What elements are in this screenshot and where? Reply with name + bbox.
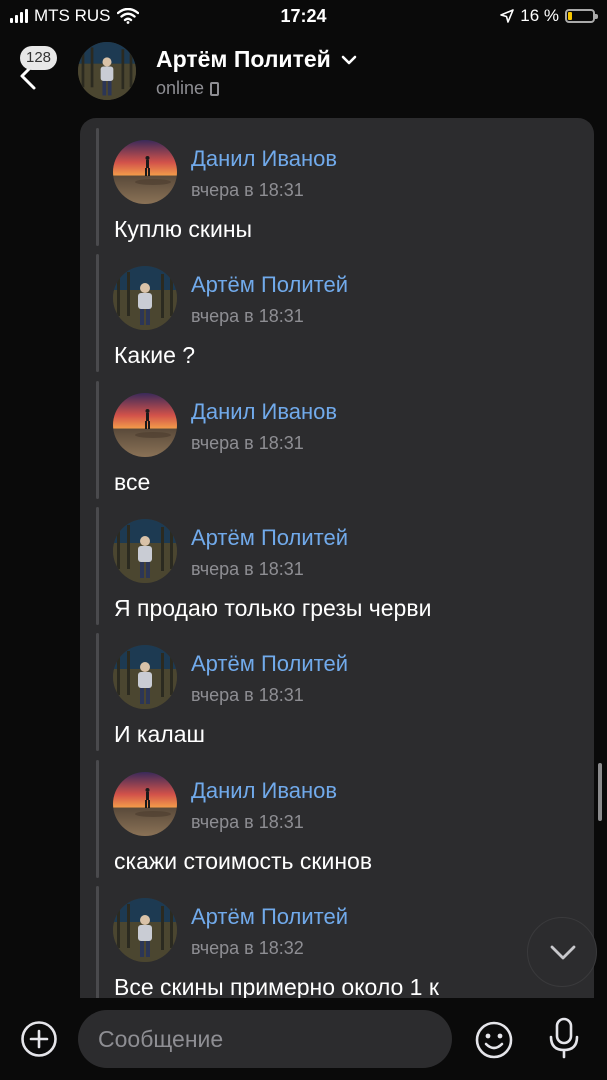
status-bar: MTS RUS 17:24 16 % <box>0 0 607 34</box>
battery-icon <box>565 9 598 23</box>
author-avatar[interactable] <box>113 266 177 331</box>
message-text: Все скины примерно около 1 к <box>114 973 439 998</box>
message-text: Я продаю только грезы черви <box>114 594 432 621</box>
location-arrow-icon <box>500 9 515 23</box>
forwarded-message[interactable]: Данил Иванов вчера в 18:31 все <box>96 380 576 501</box>
forwarded-message[interactable]: Артём Политей вчера в 18:31 И калаш <box>96 633 576 753</box>
message-time: вчера в 18:32 <box>191 937 304 958</box>
message-time: вчера в 18:31 <box>191 306 304 327</box>
scroll-down-button[interactable] <box>527 917 597 987</box>
contact-avatar[interactable] <box>78 42 136 100</box>
forward-quote-bar <box>96 254 99 373</box>
forwarded-messages-bubble[interactable]: Данил Иванов вчера в 18:31 Куплю скины Артё… <box>80 118 594 998</box>
forward-quote-bar <box>96 128 99 246</box>
author-name[interactable]: Данил Иванов <box>191 399 337 425</box>
forwarded-message[interactable]: Данил Иванов вчера в 18:31 Куплю скины <box>96 128 576 248</box>
contact-status: online <box>156 78 220 99</box>
message-text: Какие ? <box>114 342 196 369</box>
author-avatar[interactable] <box>113 897 177 962</box>
emoji-icon[interactable] <box>474 1020 514 1060</box>
forward-quote-bar <box>96 885 99 998</box>
attach-plus-icon[interactable] <box>20 1020 58 1058</box>
unread-badge: 128 <box>20 46 58 70</box>
author-name[interactable]: Данил Иванов <box>191 146 337 172</box>
message-text: И калаш <box>114 721 205 748</box>
chat-header: 128 Артём Политей online <box>0 34 607 110</box>
status-label: online <box>156 78 205 98</box>
message-text: скажи стоимость скинов <box>114 847 373 874</box>
status-right: 16 % <box>500 6 598 26</box>
forwarded-message[interactable]: Артём Политей вчера в 18:32 Все скины прим… <box>96 885 576 998</box>
person-photo <box>78 42 136 100</box>
scrollbar[interactable] <box>598 763 602 821</box>
forward-quote-bar <box>96 633 99 752</box>
message-time: вчера в 18:31 <box>191 811 304 832</box>
author-avatar[interactable] <box>113 645 177 710</box>
message-text: Куплю скины <box>114 216 253 242</box>
message-text: все <box>114 468 151 495</box>
battery-percent: 16 % <box>520 6 559 25</box>
contact-name-label: Артём Политей <box>156 46 331 72</box>
message-time: вчера в 18:31 <box>191 558 304 579</box>
author-name[interactable]: Артём Политей <box>191 525 348 551</box>
forward-quote-bar <box>96 506 99 625</box>
forwarded-message[interactable]: Артём Политей вчера в 18:31 Я продаю тольк… <box>96 506 576 627</box>
microphone-icon[interactable] <box>546 1016 582 1060</box>
forwarded-message[interactable]: Данил Иванов вчера в 18:31 скажи стоимость… <box>96 759 576 880</box>
forward-quote-bar <box>96 380 99 499</box>
author-avatar[interactable] <box>113 392 177 457</box>
message-time: вчера в 18:31 <box>191 432 304 453</box>
author-name[interactable]: Артём Политей <box>191 272 348 298</box>
forward-quote-bar <box>96 759 99 878</box>
forwarded-message[interactable]: Артём Политей вчера в 18:31 Какие ? <box>96 254 576 374</box>
mobile-device-icon <box>210 81 220 96</box>
author-avatar[interactable] <box>113 518 177 583</box>
chevron-down-icon <box>550 945 576 960</box>
author-avatar[interactable] <box>113 771 177 836</box>
author-name[interactable]: Артём Политей <box>191 904 348 930</box>
message-composer <box>0 998 607 1080</box>
chevron-down-icon <box>341 55 357 64</box>
contact-name[interactable]: Артём Политей <box>156 46 357 73</box>
author-avatar[interactable] <box>113 140 177 204</box>
message-time: вчера в 18:31 <box>191 180 304 200</box>
message-input[interactable] <box>78 1010 452 1068</box>
message-time: вчера в 18:31 <box>191 685 304 706</box>
author-name[interactable]: Артём Политей <box>191 651 348 677</box>
author-name[interactable]: Данил Иванов <box>191 778 337 804</box>
